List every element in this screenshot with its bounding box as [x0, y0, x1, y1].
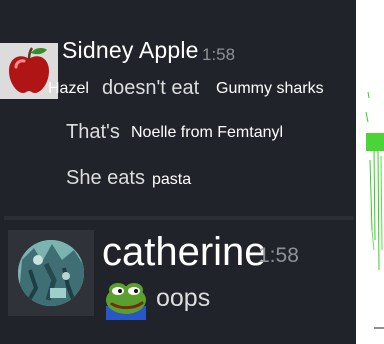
message-line: She eats pasta	[0, 167, 356, 193]
message-word: Gummy sharks	[216, 80, 324, 97]
message-word: That's	[66, 121, 120, 143]
message-word: Noelle from Femtanyl	[131, 124, 284, 141]
message-word: She eats	[66, 167, 145, 189]
message-author[interactable]: Sidney Apple	[62, 37, 199, 64]
message-author[interactable]: catherine	[102, 230, 267, 275]
message-word: Hazel	[48, 80, 89, 97]
message-word: pasta	[152, 171, 192, 188]
green-graphic-icon	[356, 0, 384, 344]
message-line: That's Noelle from Femtanyl	[0, 121, 356, 147]
pepe-frog-icon	[104, 278, 150, 320]
message-timestamp: 1:58	[202, 45, 236, 64]
user-avatar[interactable]	[8, 230, 94, 316]
message-line: Hazel doesn't eat Gummy sharks	[0, 77, 356, 103]
chat-panel: Sidney Apple 1:58 Hazel doesn't eat Gumm…	[0, 0, 356, 344]
message-divider	[4, 216, 354, 220]
message-text: oops	[156, 284, 211, 312]
message-timestamp: 1:58	[258, 244, 299, 267]
message-word: doesn't eat	[102, 77, 200, 99]
avatar-photo-icon	[8, 230, 94, 316]
background-window-edge	[356, 0, 384, 344]
